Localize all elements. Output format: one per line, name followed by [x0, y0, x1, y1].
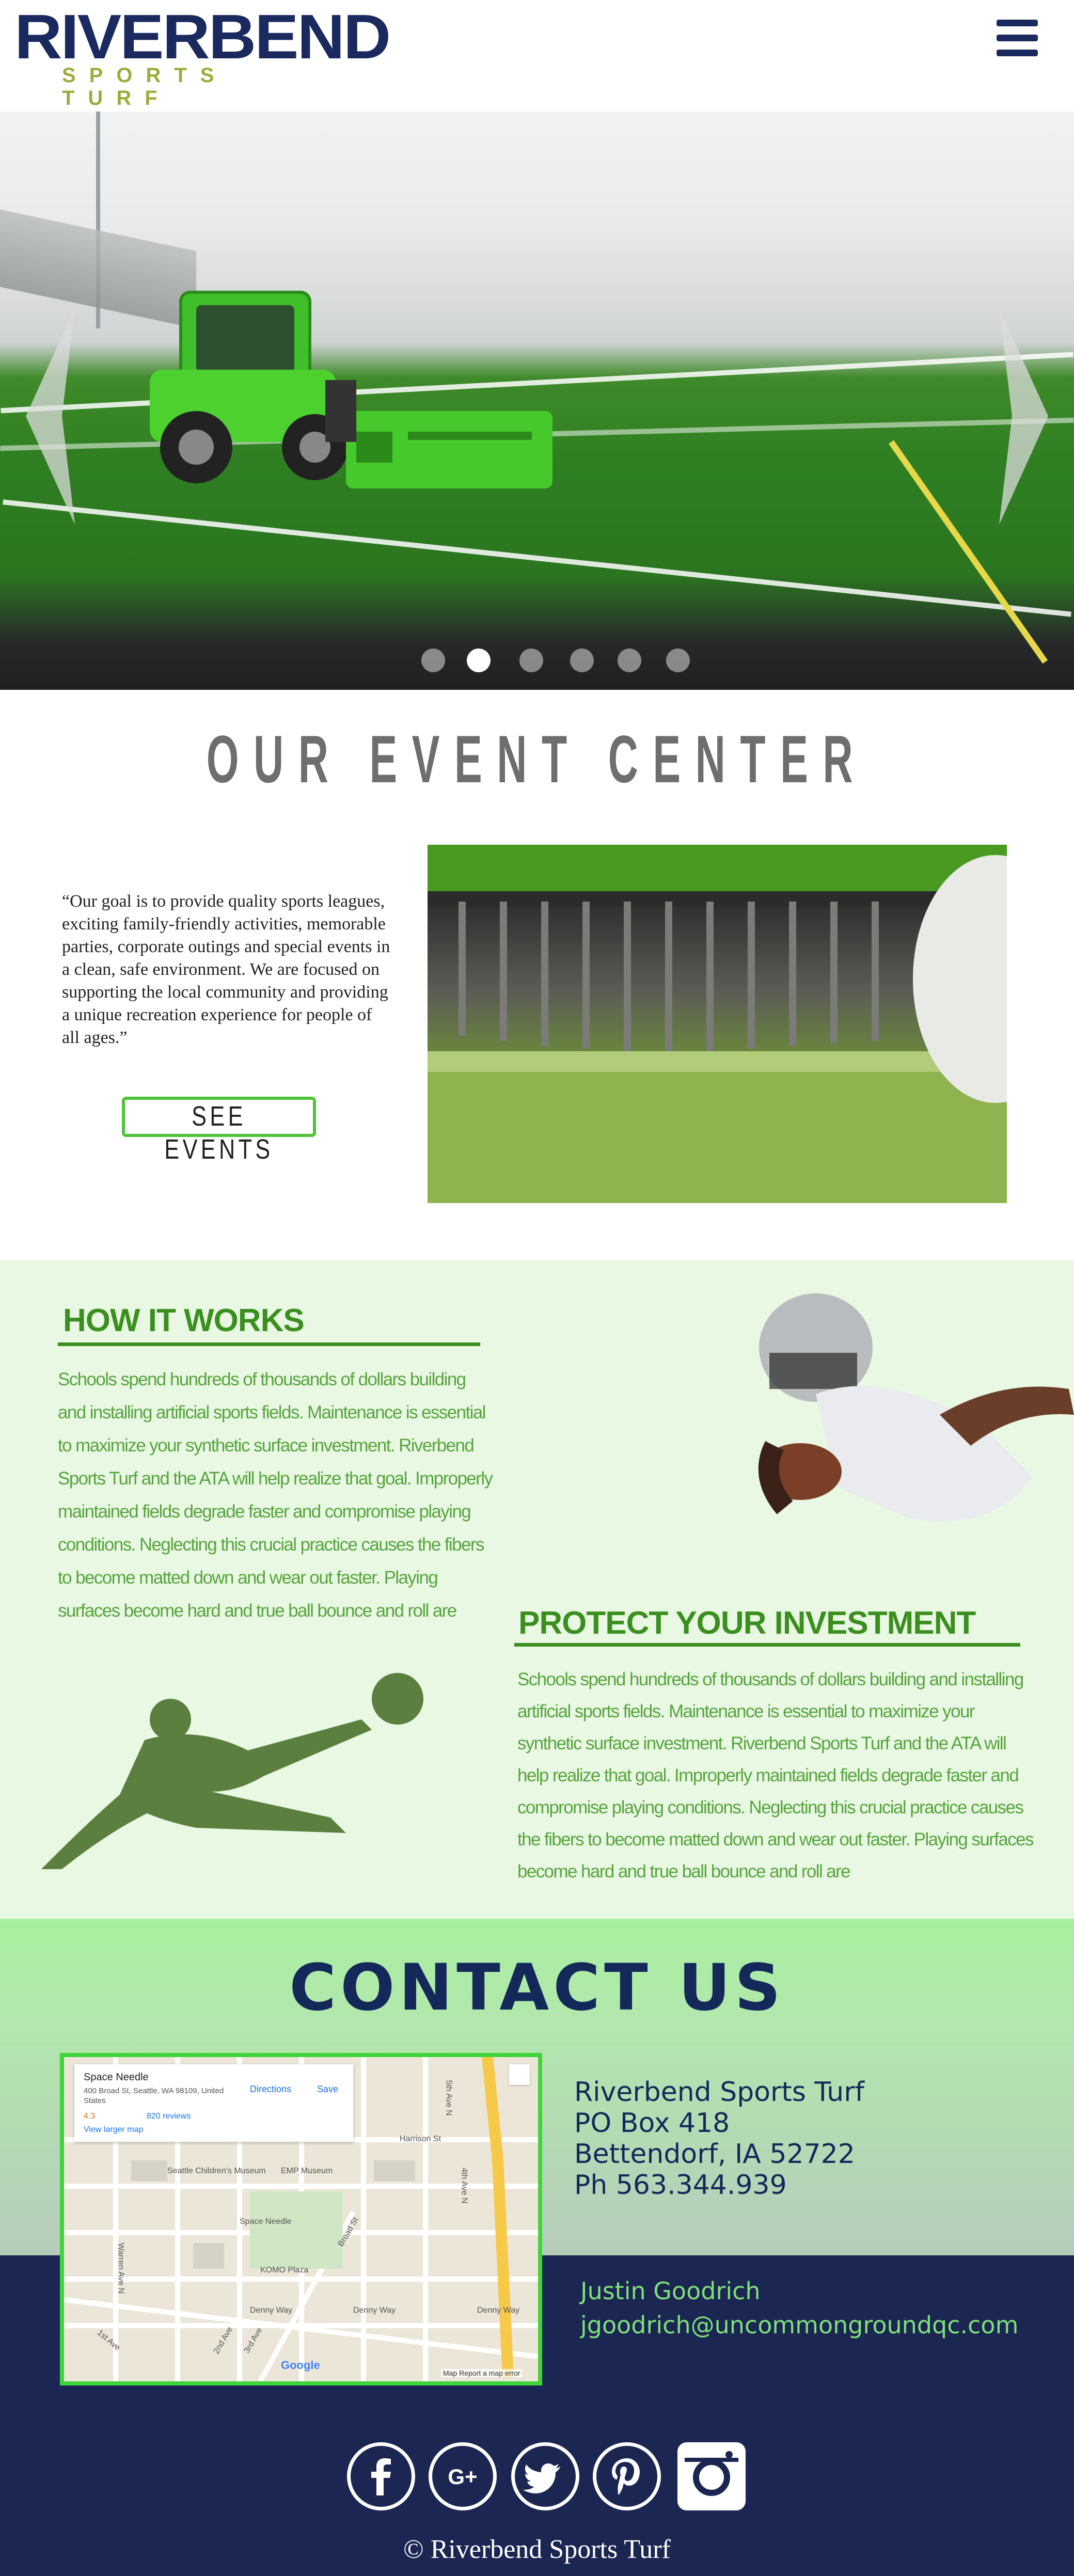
hamburger-menu-icon[interactable]	[997, 20, 1038, 57]
contact-email[interactable]: jgoodrich@uncommongroundqc.com	[580, 2308, 1018, 2342]
fullscreen-icon[interactable]	[509, 2064, 530, 2085]
twitter-icon[interactable]	[511, 2442, 579, 2510]
map-street-label: Denny Way	[250, 2306, 293, 2315]
slide-dot[interactable]	[666, 649, 690, 672]
slider-pagination	[413, 649, 702, 679]
map-info-card: Space Needle 400 Broad St, Seattle, WA 9…	[74, 2064, 353, 2142]
map-save-link[interactable]: Save	[317, 2084, 338, 2095]
map-street-label: Warren Ave N	[116, 2242, 125, 2294]
map-poi-label: Seattle Children's Museum	[167, 2167, 266, 2175]
slide-dot[interactable]	[570, 649, 594, 672]
company-name: Riverbend Sports Turf	[574, 2077, 864, 2108]
slide-dot-active[interactable]	[467, 649, 491, 672]
google-plus-icon[interactable]: G+	[429, 2442, 497, 2510]
map-street-label: Denny Way	[477, 2306, 520, 2315]
map-poi-label: Space Needle	[240, 2217, 292, 2226]
chevron-left-icon[interactable]	[21, 308, 77, 525]
contact-title: CONTACT US	[289, 1951, 785, 2025]
instagram-icon[interactable]	[677, 2442, 746, 2510]
how-it-works-title: HOW IT WORKS	[63, 1303, 305, 1338]
map-street-label: Harrison St	[400, 2135, 441, 2143]
how-it-works-underline	[58, 1342, 480, 1346]
map-reviews-link[interactable]: 820 reviews	[147, 2112, 191, 2121]
map-rating: 4.3	[84, 2112, 96, 2121]
map-larger-link[interactable]: View larger map	[84, 2125, 143, 2135]
hero-slider	[0, 112, 1074, 690]
football-player-image	[713, 1293, 1074, 1611]
how-it-works-body: Schools spend hundreds of thousands of d…	[58, 1369, 493, 1621]
map-street-label: Denny Way	[353, 2306, 396, 2315]
map-footer-links[interactable]: Map Report a map error	[441, 2369, 523, 2377]
map-poi-label: KOMO Plaza	[260, 2266, 309, 2274]
contact-address: Riverbend Sports Turf PO Box 418 Bettend…	[574, 2077, 864, 2201]
map-street-label: 5th Ave N	[444, 2080, 453, 2116]
protect-investment-body: Schools spend hundreds of thousands of d…	[517, 1669, 1034, 1882]
soccer-player-silhouette	[41, 1673, 423, 1869]
event-center-title: OUR EVENT CENTER	[206, 721, 868, 797]
logo-tagline: SPORTS TURF	[62, 64, 228, 109]
po-box: PO Box 418	[574, 2108, 730, 2139]
map-place-name: Space Needle	[84, 2072, 149, 2083]
embedded-map[interactable]: Space Needle 400 Broad St, Seattle, WA 9…	[60, 2053, 542, 2385]
google-logo: Google	[281, 2359, 320, 2372]
map-street-label: 4th Ave N	[460, 2168, 469, 2204]
logo-wordmark: RIVERBEND	[14, 2, 391, 72]
chevron-right-icon[interactable]	[997, 308, 1053, 525]
city-state-zip: Bettendorf, IA 52722	[574, 2139, 855, 2170]
turf-groomer-image	[428, 845, 1007, 1203]
site-header: RIVERBEND SPORTS TURF	[0, 0, 1074, 112]
phone-number: Ph 563.344.939	[574, 2170, 787, 2201]
map-place-address: 400 Broad St, Seattle, WA 98109, United …	[84, 2087, 224, 2105]
protect-investment-underline	[514, 1643, 1020, 1647]
contact-name: Justin Goodrich	[580, 2277, 761, 2305]
turf-mower-image	[150, 291, 552, 488]
copyright-text: © Riverbend Sports Turf	[403, 2535, 671, 2564]
event-center-quote: “Our goal is to provide quality sports l…	[62, 892, 390, 1047]
svg-text:G+: G+	[448, 2464, 477, 2489]
map-poi-label: EMP Museum	[281, 2167, 333, 2175]
protect-investment-title: PROTECT YOUR INVESTMENT	[518, 1605, 976, 1641]
contact-person: Justin Goodrich jgoodrich@uncommonground…	[580, 2274, 1018, 2342]
social-links: G+	[347, 2442, 750, 2515]
map-directions-link[interactable]: Directions	[250, 2084, 291, 2095]
see-events-label: SEE EVENTS	[164, 1101, 274, 1165]
pinterest-icon[interactable]	[593, 2442, 661, 2510]
logo[interactable]: RIVERBEND SPORTS TURF	[14, 3, 391, 109]
slide-dot[interactable]	[421, 649, 445, 672]
slide-dot[interactable]	[618, 649, 641, 672]
see-events-button[interactable]: SEE EVENTS	[122, 1097, 316, 1165]
slide-dot[interactable]	[519, 649, 543, 672]
facebook-icon[interactable]	[347, 2442, 415, 2510]
